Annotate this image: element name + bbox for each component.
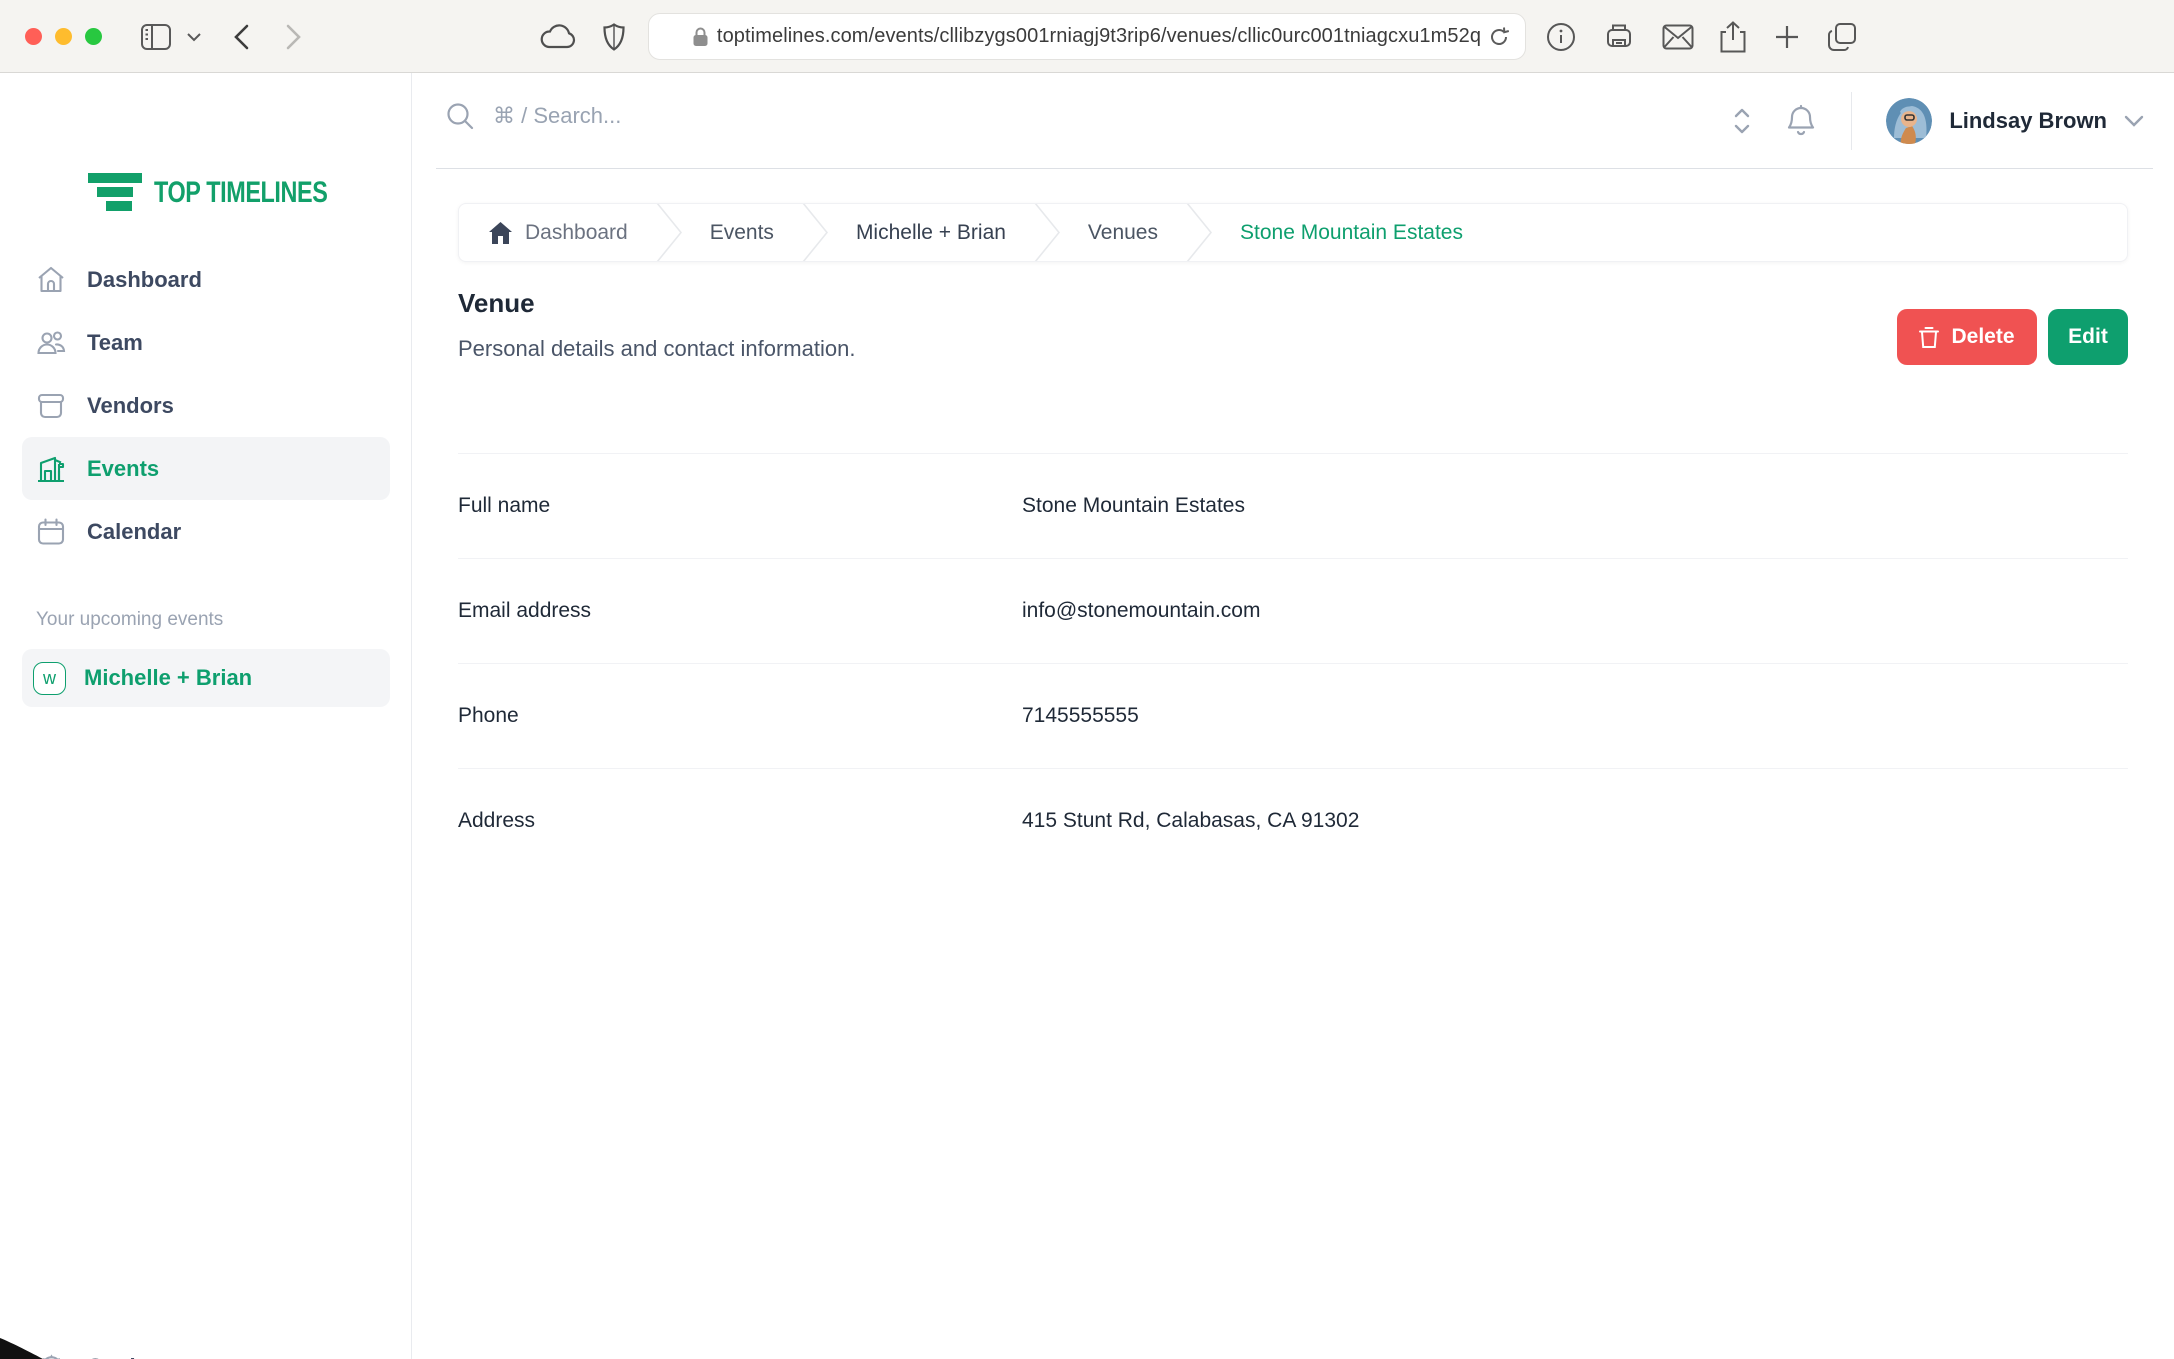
field-row-address: Address 415 Stunt Rd, Calabasas, CA 9130…: [458, 768, 2128, 873]
mail-icon[interactable]: [1661, 0, 1695, 73]
sidebar: TOP TIMELINES Dashboard Team Vendors Eve…: [0, 73, 412, 1359]
delete-button[interactable]: Delete: [1897, 309, 2037, 365]
event-label: Michelle + Brian: [84, 665, 253, 690]
sidebar-item-vendors[interactable]: Vendors: [22, 374, 390, 437]
window-minimize-button[interactable]: [55, 28, 72, 45]
sidebar-upcoming-event-michelle-brian[interactable]: w Michelle + Brian: [22, 649, 390, 707]
breadcrumb-item-events[interactable]: Events: [710, 221, 774, 245]
user-menu[interactable]: Lindsay Brown: [1886, 98, 2144, 144]
sidebar-item-settings[interactable]: Settings: [36, 1351, 175, 1359]
settings-label: Settings: [88, 1354, 175, 1359]
browser-chrome: toptimelines.com/events/cllibzygs001rnia…: [0, 0, 2174, 73]
field-label: Phone: [458, 704, 519, 727]
url-bar[interactable]: toptimelines.com/events/cllibzygs001rnia…: [648, 13, 1526, 60]
edit-button[interactable]: Edit: [2048, 309, 2128, 365]
new-tab-icon[interactable]: [1770, 0, 1804, 73]
home-icon: [489, 221, 512, 244]
page-title: Venue: [458, 288, 535, 318]
archive-box-icon: [37, 393, 65, 418]
breadcrumb-separator-icon: [656, 204, 682, 261]
field-label: Full name: [458, 494, 551, 517]
chevron-down-icon[interactable]: [183, 0, 205, 73]
field-row-full-name: Full name Stone Mountain Estates: [458, 453, 2128, 558]
breadcrumb-separator-icon: [802, 204, 828, 261]
sidebar-item-label: Vendors: [87, 392, 174, 418]
logo-bars-icon: [88, 173, 142, 211]
icloud-icon[interactable]: [537, 0, 579, 73]
sidebar-item-events[interactable]: Events: [22, 437, 390, 500]
field-row-email: Email address info@stonemountain.com: [458, 558, 2128, 663]
field-row-phone: Phone 7145555555: [458, 663, 2128, 768]
field-label: Email address: [458, 599, 592, 622]
avatar: [1886, 98, 1933, 144]
mouse-cursor: [0, 1338, 43, 1359]
venue-icon: [38, 456, 65, 482]
field-value: Stone Mountain Estates: [1022, 494, 1245, 517]
notifications-bell-icon[interactable]: [1785, 104, 1817, 138]
sidebar-item-label: Events: [87, 455, 160, 481]
breadcrumb-item-current: Stone Mountain Estates: [1240, 220, 1463, 244]
home-icon: [38, 266, 64, 292]
sidebar-item-label: Dashboard: [87, 266, 202, 292]
sidebar-item-label: Calendar: [87, 518, 182, 544]
sidebar-item-team[interactable]: Team: [22, 311, 390, 374]
breadcrumb-item-michelle-brian[interactable]: Michelle + Brian: [856, 221, 1006, 245]
breadcrumb-separator-icon: [1186, 204, 1212, 261]
venue-details: Full name Stone Mountain Estates Email a…: [458, 453, 2128, 873]
trash-icon: [1919, 326, 1940, 348]
sidebar-nav: Dashboard Team Vendors Events Calendar: [0, 248, 412, 563]
app-screen: toptimelines.com/events/cllibzygs001rnia…: [0, 0, 2174, 1359]
search-input[interactable]: [493, 103, 1053, 129]
sidebar-item-label: Team: [87, 329, 143, 355]
print-icon[interactable]: [1602, 0, 1636, 73]
lock-icon: [693, 27, 708, 46]
field-value: 415 Stunt Rd, Calabasas, CA 91302: [1022, 809, 1360, 832]
topbar-divider-vertical: [1851, 92, 1853, 150]
reader-info-icon[interactable]: [1544, 0, 1578, 73]
tab-overview-icon[interactable]: [1824, 0, 1860, 73]
url-text: toptimelines.com/events/cllibzygs001rnia…: [716, 25, 1482, 47]
topbar: Lindsay Brown: [412, 73, 2174, 169]
field-value: info@stonemountain.com: [1022, 599, 1261, 622]
breadcrumb: Dashboard Events Michelle + Brian Venues…: [458, 203, 2128, 262]
breadcrumb-item-venues[interactable]: Venues: [1088, 221, 1158, 245]
users-icon: [37, 330, 66, 354]
field-value: 7145555555: [1022, 704, 1139, 727]
window-zoom-button[interactable]: [85, 28, 102, 45]
topbar-divider: [436, 168, 2153, 169]
breadcrumb-separator-icon: [1034, 204, 1060, 261]
page-subtitle: Personal details and contact information…: [458, 336, 856, 361]
upcoming-events-label: Your upcoming events: [36, 609, 224, 630]
user-name: Lindsay Brown: [1949, 108, 2107, 133]
calendar-icon: [37, 517, 65, 545]
forward-button[interactable]: [280, 0, 306, 73]
breadcrumb-item-dashboard[interactable]: Dashboard: [489, 221, 628, 245]
reload-icon[interactable]: [1487, 25, 1511, 49]
privacy-shield-icon[interactable]: [598, 0, 630, 73]
logo-text: TOP TIMELINES: [154, 176, 328, 209]
window-close-button[interactable]: [25, 28, 42, 45]
back-button[interactable]: [228, 0, 254, 73]
sidebar-item-calendar[interactable]: Calendar: [22, 500, 390, 563]
event-badge: w: [33, 661, 66, 695]
sidebar-item-dashboard[interactable]: Dashboard: [22, 248, 390, 311]
field-label: Address: [458, 809, 536, 832]
selector-icon[interactable]: [1733, 107, 1751, 135]
app-logo[interactable]: TOP TIMELINES: [88, 173, 376, 213]
share-icon[interactable]: [1716, 0, 1750, 73]
search-icon: [447, 103, 474, 130]
main-panel: Lindsay Brown Dashboard Events Michelle …: [412, 73, 2174, 1359]
user-menu-chevron-icon: [2124, 115, 2144, 127]
sidebar-toggle-icon[interactable]: [138, 0, 174, 73]
